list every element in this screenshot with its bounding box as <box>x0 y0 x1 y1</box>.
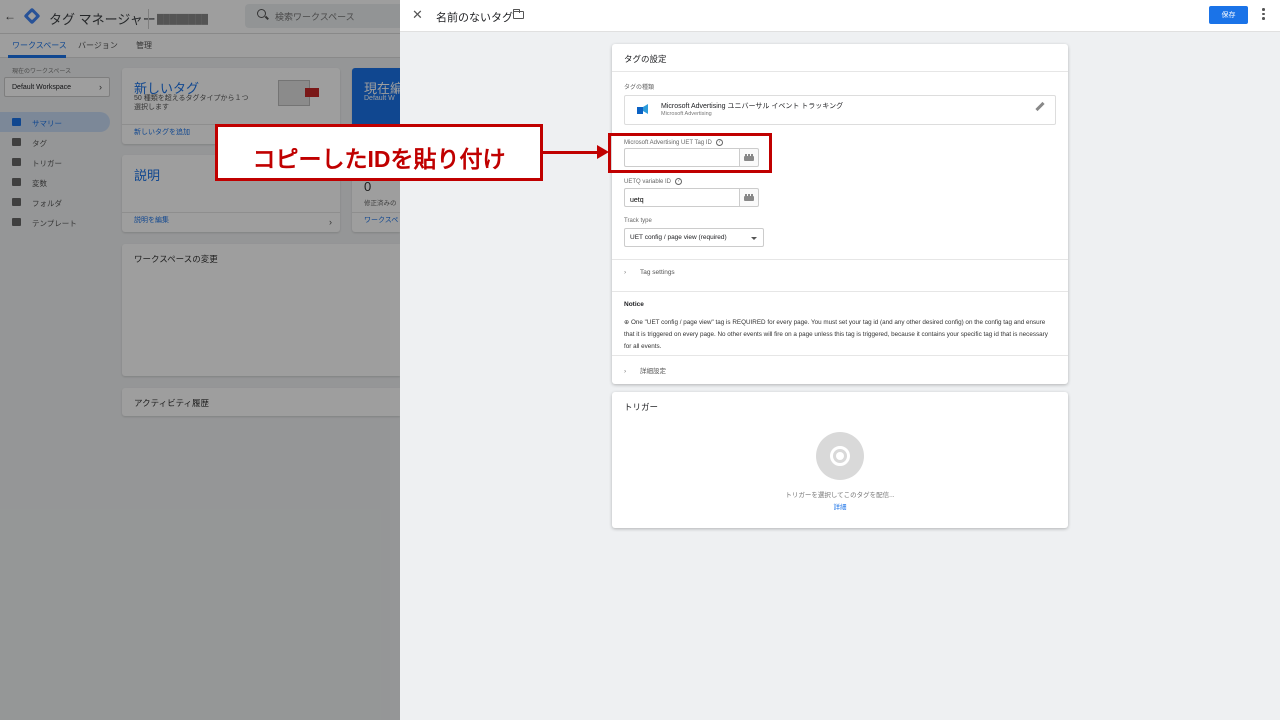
panel-header: ✕ 名前のないタグ 保存 <box>400 0 1280 32</box>
uetq-label: UETQ variable ID <box>624 179 672 186</box>
close-icon[interactable]: ✕ <box>412 7 423 23</box>
variable-picker-button[interactable] <box>740 188 759 207</box>
tag-configuration-card: タグの設定 タグの種類 Microsoft Advertising ユニバーサル… <box>612 44 1068 384</box>
notice-body: ⊕ One "UET config / page view" tag is RE… <box>624 319 1048 350</box>
chevron-right-icon: › <box>624 269 627 276</box>
annotation-arrow-head-icon <box>597 145 609 159</box>
save-button[interactable]: 保存 <box>1209 6 1248 24</box>
uetq-variable-input[interactable] <box>624 188 740 207</box>
track-type-select[interactable]: UET config / page view (required) <box>624 228 764 247</box>
folder-icon[interactable] <box>513 9 524 19</box>
divider <box>612 291 1068 292</box>
tag-type-selector[interactable]: Microsoft Advertising ユニバーサル イベント トラッキング… <box>624 95 1056 125</box>
trigger-placeholder-icon[interactable] <box>816 432 864 480</box>
divider <box>612 355 1068 356</box>
advanced-settings-expander[interactable]: › 詳細設定 <box>624 365 666 375</box>
triggering-card[interactable]: トリガー トリガーを選択してこのタグを配信... 詳細 <box>612 392 1068 528</box>
tag-type-label: タグの種類 <box>624 85 655 91</box>
track-type-label: Track type <box>624 218 652 224</box>
tag-settings-label: Tag settings <box>640 269 675 276</box>
tag-configuration-header: タグの設定 <box>612 44 1068 72</box>
microsoft-advertising-logo-icon <box>637 104 649 114</box>
annotation-label: コピーしたIDを貼り付け <box>215 124 543 181</box>
annotation-highlight-box <box>608 133 772 173</box>
more-options-icon[interactable] <box>1262 8 1265 22</box>
dropdown-arrow-icon <box>751 237 757 240</box>
uetq-label-row: UETQ variable ID? <box>624 178 683 186</box>
tag-settings-expander[interactable]: › Tag settings <box>624 269 675 276</box>
trigger-empty-text: トリガーを選択してこのタグを配信... <box>785 492 895 499</box>
advanced-settings-label: 詳細設定 <box>640 368 666 375</box>
track-type-value: UET config / page view (required) <box>630 234 727 241</box>
trigger-learn-more-link[interactable]: 詳細 <box>612 501 1068 511</box>
brick-icon <box>744 194 754 201</box>
divider <box>612 259 1068 260</box>
help-icon[interactable]: ? <box>675 178 683 185</box>
tag-type-name: Microsoft Advertising ユニバーサル イベント トラッキング <box>661 103 844 110</box>
tag-type-vendor: Microsoft Advertising <box>661 111 712 117</box>
tag-editor-panel: ✕ 名前のないタグ 保存 タグの設定 タグの種類 Microsoft Adver… <box>400 0 1280 720</box>
modal-scrim[interactable] <box>0 0 400 720</box>
chevron-right-icon: › <box>624 368 627 375</box>
triggering-title: トリガー <box>624 402 659 412</box>
pencil-icon[interactable] <box>1035 101 1045 112</box>
tag-name-title[interactable]: 名前のないタグ <box>436 9 513 25</box>
notice-title: Notice <box>624 301 644 308</box>
annotation-arrow-line <box>543 151 599 154</box>
